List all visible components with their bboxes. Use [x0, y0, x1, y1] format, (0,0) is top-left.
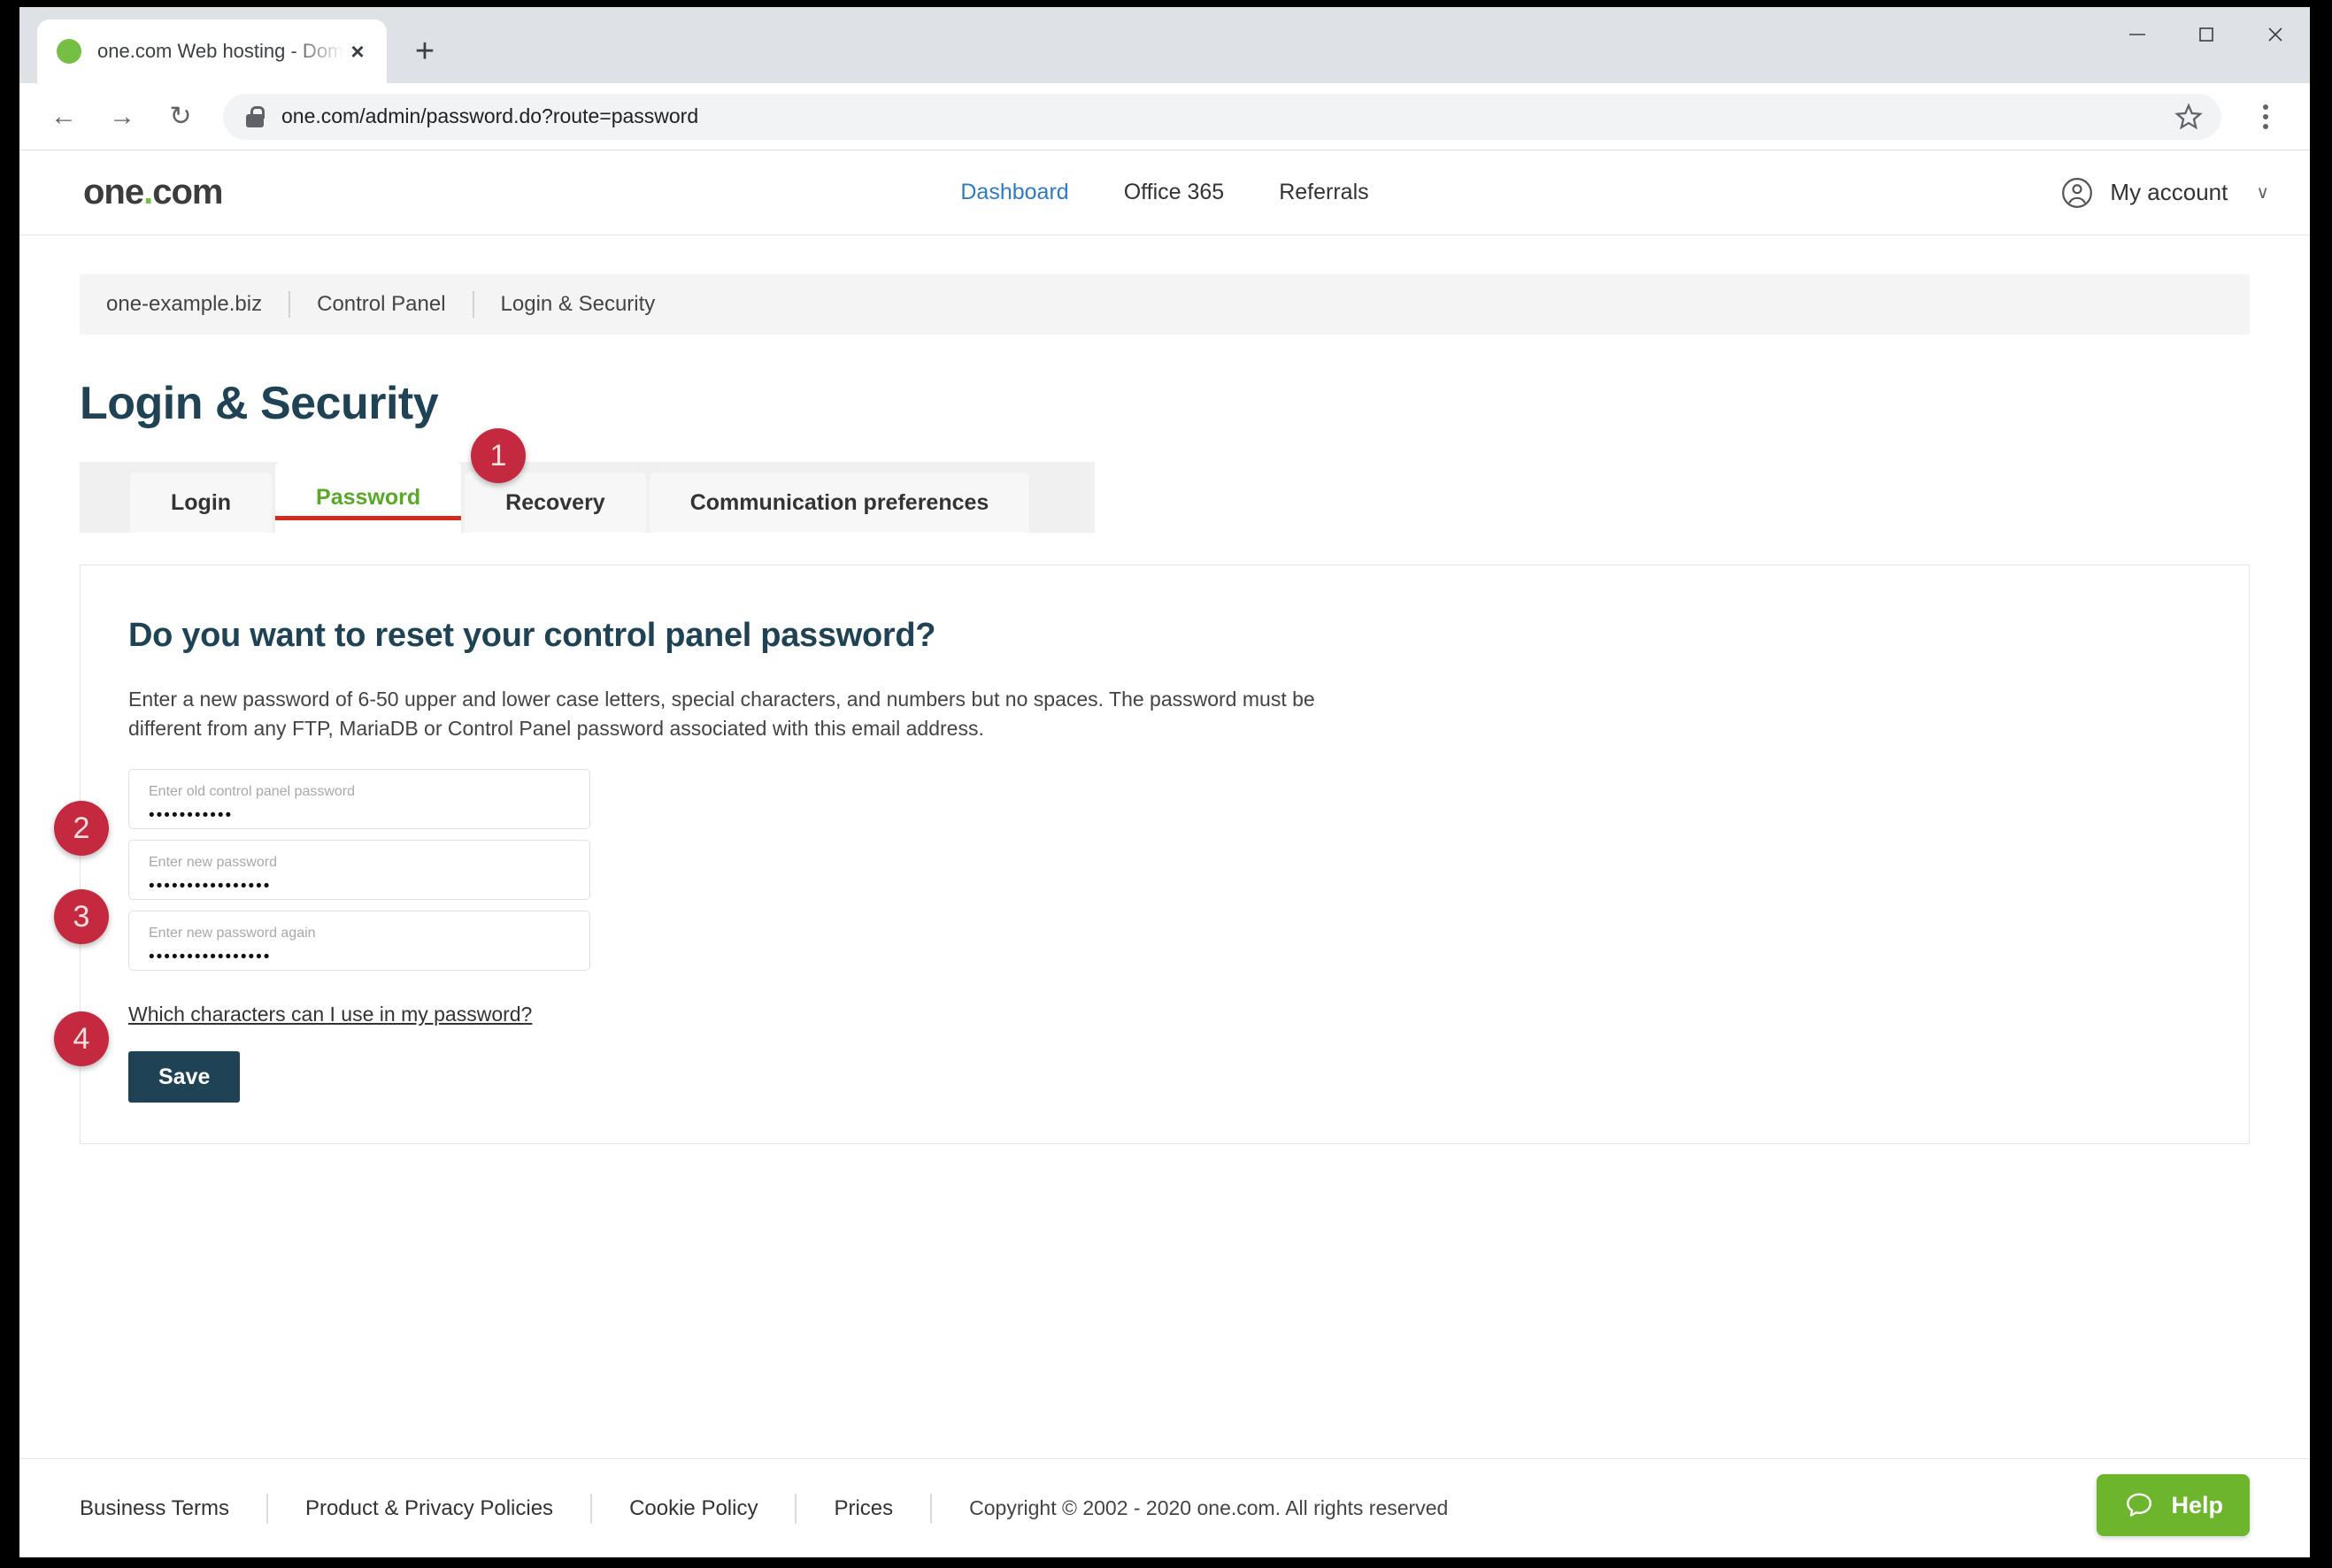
annotation-badge-3: 3 [54, 889, 109, 944]
browser-toolbar: ← → ↻ one.com/admin/password.do?route=pa… [19, 83, 2310, 150]
footer-link-cookie-policy[interactable]: Cookie Policy [592, 1496, 795, 1521]
kebab-menu-icon[interactable] [2241, 92, 2290, 142]
footer-link-prices[interactable]: Prices [797, 1496, 930, 1521]
browser-tab-strip: one.com Web hosting - Domain × + [19, 7, 2310, 83]
close-tab-icon[interactable]: × [344, 38, 371, 65]
annotation-badge-4: 4 [54, 1011, 109, 1066]
breadcrumb-item-domain[interactable]: one-example.biz [106, 292, 289, 317]
reload-icon[interactable]: ↻ [156, 92, 205, 142]
card-body: Do you want to reset your control panel … [81, 617, 2249, 1103]
one-com-logo[interactable]: one.com [83, 173, 224, 212]
confirm-password-value: •••••••••••••••• [149, 948, 272, 967]
browser-tab-title: one.com Web hosting - Domain [97, 40, 344, 62]
site-header: one.com Dashboard Office 365 Referrals M… [19, 150, 2310, 235]
annotation-badge-2: 2 [54, 801, 109, 856]
confirm-password-field[interactable]: Enter new password again •••••••••••••••… [128, 911, 590, 972]
address-bar[interactable]: one.com/admin/password.do?route=password [223, 93, 2221, 140]
back-icon[interactable]: ← [39, 92, 89, 142]
card-heading: Do you want to reset your control panel … [128, 617, 936, 654]
new-password-field[interactable]: Enter new password •••••••••••••••• [128, 840, 590, 901]
breadcrumb-item-login-security[interactable]: Login & Security [474, 292, 682, 317]
browser-window: one.com Web hosting - Domain × + ← → ↻ o… [19, 7, 2310, 1557]
card-description: Enter a new password of 6-50 upper and l… [128, 688, 1315, 740]
page-footer: Business Terms Product & Privacy Policie… [19, 1458, 2310, 1557]
tab-communication-preferences-label: Communication preferences [689, 489, 989, 515]
footer-link-product-privacy-policies[interactable]: Product & Privacy Policies [268, 1496, 590, 1521]
breadcrumb-item-control-panel[interactable]: Control Panel [290, 292, 472, 317]
logo-text-b: com [152, 173, 223, 211]
page-content: one.com Dashboard Office 365 Referrals M… [19, 150, 2310, 1557]
logo-text-a: one [83, 173, 144, 211]
nav-item-office-365[interactable]: Office 365 [1124, 180, 1225, 205]
tab-recovery-label: Recovery [505, 489, 605, 515]
confirm-password-label: Enter new password again [149, 925, 316, 941]
tab-communication-preferences[interactable]: Communication preferences [649, 473, 1030, 533]
minimize-icon[interactable] [2103, 7, 2172, 62]
lock-icon [246, 105, 265, 127]
footer-link-business-terms[interactable]: Business Terms [80, 1496, 266, 1521]
tab-password[interactable]: Password [275, 462, 462, 533]
close-window-icon[interactable] [2241, 7, 2310, 62]
chat-bubble-icon [2123, 1490, 2155, 1520]
old-password-label: Enter old control panel password [149, 783, 356, 799]
help-button-label: Help [2171, 1491, 2223, 1518]
password-characters-link[interactable]: Which characters can I use in my passwor… [128, 1003, 532, 1026]
tabs-container: Login Password Recovery Communication pr… [80, 428, 1095, 533]
forward-icon[interactable]: → [97, 92, 147, 142]
browser-tab[interactable]: one.com Web hosting - Domain × [37, 19, 387, 83]
window-controls [2103, 7, 2310, 62]
url-text: one.com/admin/password.do?route=password [281, 104, 699, 127]
main-navigation: Dashboard Office 365 Referrals [960, 180, 1368, 205]
password-reset-card: Do you want to reset your control panel … [54, 565, 2250, 1145]
my-account-menu[interactable]: My account ∨ [2060, 176, 2269, 210]
nav-item-dashboard[interactable]: Dashboard [960, 180, 1068, 205]
save-button[interactable]: Save [128, 1051, 241, 1103]
logo-dot: . [143, 173, 153, 211]
user-circle-icon [2060, 176, 2094, 210]
tab-password-label: Password [316, 484, 421, 510]
star-icon[interactable] [2174, 102, 2204, 132]
tab-login[interactable]: Login [130, 473, 273, 533]
help-button[interactable]: Help [2097, 1474, 2250, 1536]
maximize-icon[interactable] [2172, 7, 2241, 62]
chevron-down-icon: ∨ [2256, 183, 2269, 203]
annotation-badge-1: 1 [471, 428, 526, 483]
tab-bar: Login Password Recovery Communication pr… [80, 462, 1095, 533]
new-tab-button[interactable]: + [399, 26, 450, 77]
tab-login-label: Login [171, 489, 232, 515]
favicon-icon [57, 39, 81, 64]
breadcrumb: one-example.biz Control Panel Login & Se… [80, 274, 2250, 334]
page-title: Login & Security [80, 378, 439, 429]
old-password-value: ••••••••••• [149, 806, 234, 826]
account-label: My account [2110, 179, 2228, 205]
new-password-label: Enter new password [149, 854, 277, 870]
nav-item-referrals[interactable]: Referrals [1279, 180, 1368, 205]
footer-copyright: Copyright © 2002 - 2020 one.com. All rig… [969, 1496, 1449, 1519]
annotation-underline [275, 516, 462, 520]
old-password-field[interactable]: Enter old control panel password •••••••… [128, 769, 590, 830]
new-password-value: •••••••••••••••• [149, 877, 272, 896]
